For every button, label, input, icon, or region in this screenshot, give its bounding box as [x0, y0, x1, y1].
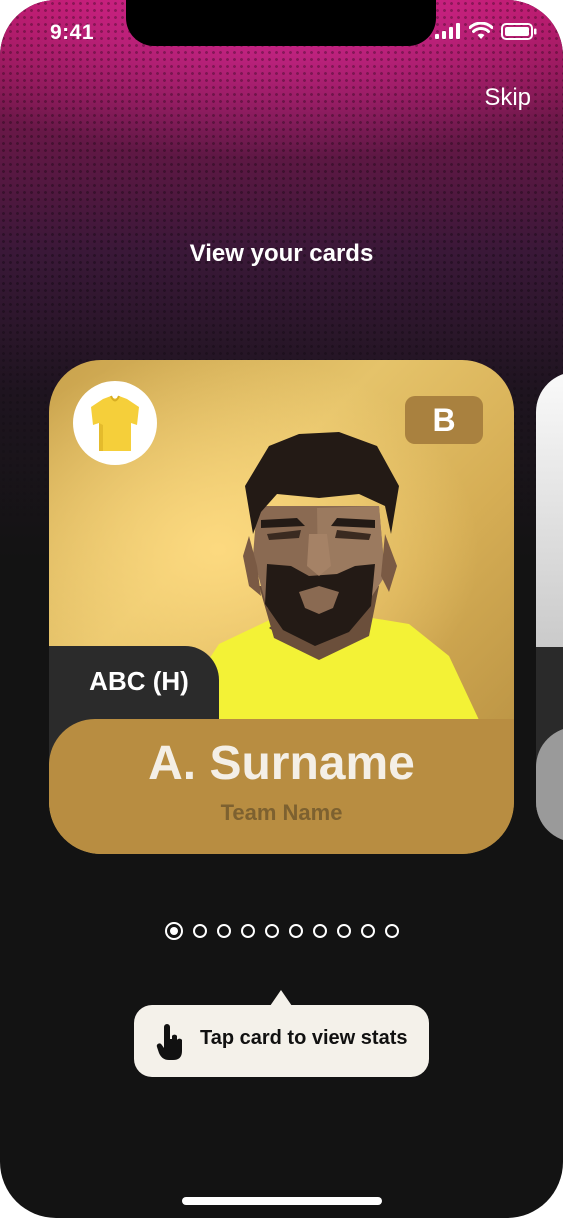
phone-screen: 9:41 Skip View your cards B ABC (H) A. S…: [0, 0, 563, 1218]
pager-dot[interactable]: [192, 924, 207, 938]
pager-dot[interactable]: [288, 924, 303, 938]
pager-dot[interactable]: [164, 922, 183, 940]
player-name: A. Surname: [148, 737, 415, 790]
wifi-icon: [469, 22, 493, 39]
tooltip-text: Tap card to view stats: [200, 1027, 408, 1049]
pager-dot[interactable]: [360, 924, 375, 938]
pager-dot[interactable]: [264, 924, 279, 938]
tap-hand-icon: [156, 1024, 182, 1060]
status-time: 9:41: [50, 21, 95, 44]
skip-button[interactable]: Skip: [484, 84, 531, 112]
position-label: ABC (H): [89, 666, 189, 696]
signal-icon: [435, 23, 460, 39]
status-icons: [435, 22, 537, 40]
jersey-icon: [91, 395, 139, 451]
device-notch: [126, 0, 436, 46]
page-title: View your cards: [189, 240, 374, 267]
page-indicator: [0, 922, 563, 940]
hint-tooltip: Tap card to view stats: [134, 1005, 429, 1077]
player-card[interactable]: B ABC (H) A. Surname Team Name: [49, 360, 514, 854]
pager-dot[interactable]: [216, 924, 231, 938]
battery-icon: [501, 22, 537, 40]
team-name: Team Name: [220, 800, 343, 825]
tooltip-arrow: [270, 990, 292, 1006]
pager-dot[interactable]: [240, 924, 255, 938]
next-card-peek[interactable]: [536, 372, 563, 842]
kit-badge: [73, 381, 157, 465]
pager-dot[interactable]: [384, 924, 399, 938]
home-indicator[interactable]: [182, 1197, 382, 1205]
pager-dot[interactable]: [336, 924, 351, 938]
pager-dot[interactable]: [312, 924, 327, 938]
